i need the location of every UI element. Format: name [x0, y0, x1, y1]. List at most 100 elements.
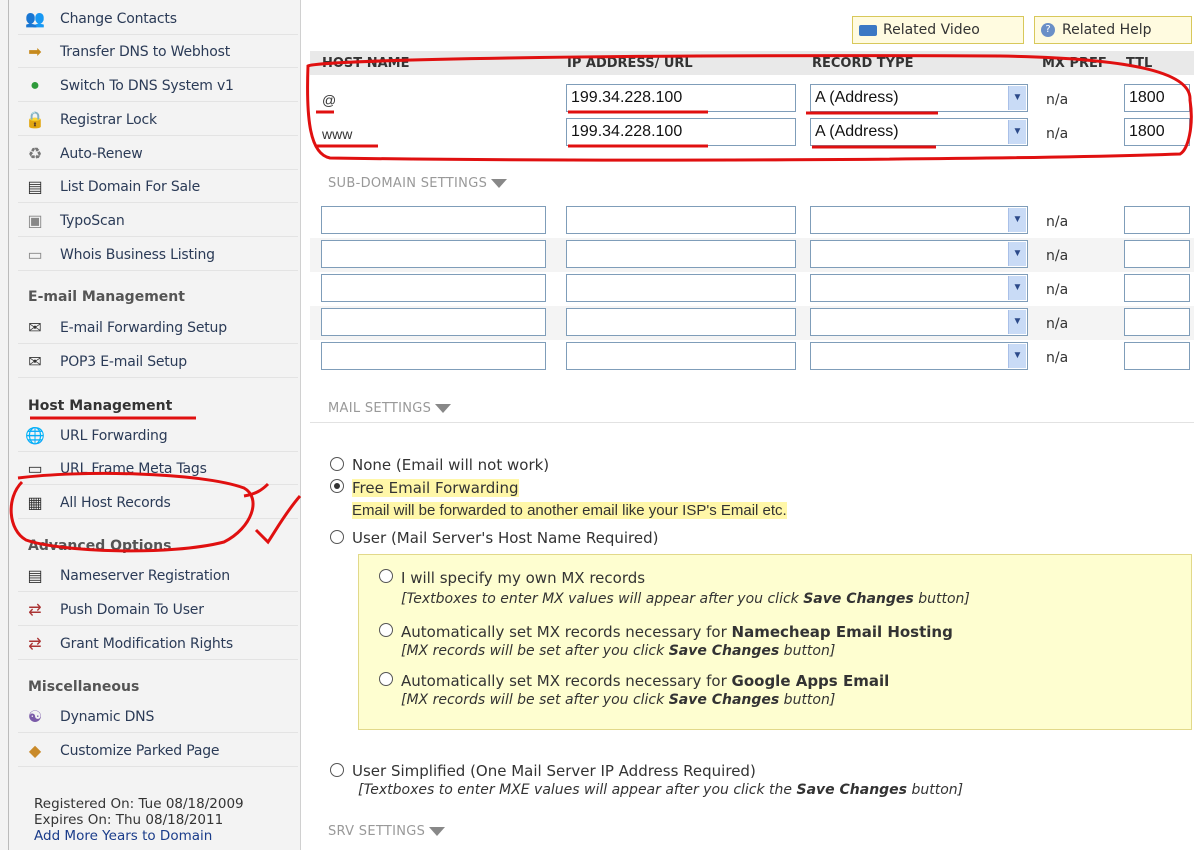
subdomain-ip-input[interactable]	[566, 206, 796, 234]
grant-icon: ⇄	[28, 636, 42, 653]
sidebar-item-label: Nameserver Registration	[60, 568, 230, 584]
chevron-down-icon: ▼	[1008, 120, 1026, 144]
advanced-options-heading: Advanced Options	[28, 538, 172, 554]
mx-google-radio[interactable]	[379, 672, 393, 686]
mx-own-note: [Textboxes to enter MX values will appea…	[401, 591, 970, 607]
envelope-icon: ✉	[28, 354, 42, 371]
mx-google-note: [MX records will be set after you click …	[401, 692, 836, 708]
sidebar-item-url-forwarding[interactable]: 🌐 URL Forwarding	[18, 421, 298, 452]
mail-free-forwarding-radio[interactable]	[330, 479, 344, 493]
sidebar-item-pop3[interactable]: ✉ POP3 E-mail Setup	[18, 347, 298, 378]
subdomain-host-input[interactable]	[321, 274, 546, 302]
mx-namecheap-radio[interactable]	[379, 623, 393, 637]
ip-address-input[interactable]: 199.34.228.100	[566, 84, 796, 112]
mx-own-radio[interactable]	[379, 569, 393, 583]
add-years-link[interactable]: Add More Years to Domain	[34, 828, 212, 844]
subdomain-type-select[interactable]: ▼	[810, 308, 1028, 336]
srv-settings-label: SRV SETTINGS	[328, 824, 426, 839]
mail-user-simplified-note: [Textboxes to enter MXE values will appe…	[358, 782, 964, 798]
subdomain-ip-input[interactable]	[566, 308, 796, 336]
mail-free-forwarding-label: Free Email Forwarding	[352, 479, 519, 497]
mx-google-label: Automatically set MX records necessary f…	[401, 672, 890, 690]
srv-settings-toggle[interactable]: SRV SETTINGS	[328, 824, 446, 839]
subdomain-type-select[interactable]: ▼	[810, 206, 1028, 234]
mail-none-radio[interactable]	[330, 457, 344, 471]
sidebar-item-label: List Domain For Sale	[60, 179, 200, 195]
auto-renew-icon: ♻	[27, 146, 43, 163]
sidebar-item-whois-listing[interactable]: ▭ Whois Business Listing	[18, 240, 298, 271]
sidebar-item-transfer-dns[interactable]: ➡ Transfer DNS to Webhost	[18, 37, 298, 68]
mx-namecheap-note: [MX records will be set after you click …	[401, 643, 836, 659]
subdomain-ttl-input[interactable]	[1124, 274, 1190, 302]
sidebar-item-list-for-sale[interactable]: ▤ List Domain For Sale	[18, 172, 298, 203]
ip-address-input[interactable]: 199.34.228.100	[566, 118, 796, 146]
subdomain-host-input[interactable]	[321, 342, 546, 370]
contacts-icon: 👥	[25, 11, 45, 28]
subdomain-ip-input[interactable]	[566, 274, 796, 302]
sidebar-item-dynamic-dns[interactable]: ☯ Dynamic DNS	[18, 702, 298, 733]
subdomain-type-select[interactable]: ▼	[810, 240, 1028, 268]
mx-pref-cell: n/a	[1046, 214, 1069, 230]
domain-meta: Registered On: Tue 08/18/2009 Expires On…	[34, 796, 244, 844]
mail-user-radio[interactable]	[330, 530, 344, 544]
related-help-label: Related Help	[1062, 22, 1152, 38]
mail-none-label: None (Email will not work)	[352, 456, 550, 474]
related-video-button[interactable]: Related Video	[852, 16, 1024, 44]
sidebar-item-label: POP3 E-mail Setup	[60, 354, 187, 370]
sidebar-item-label: Auto-Renew	[60, 146, 143, 162]
sidebar-item-label: Dynamic DNS	[60, 709, 155, 725]
sidebar-item-url-frame-meta[interactable]: ▭ URL Frame Meta Tags	[18, 454, 298, 485]
help-icon: ?	[1041, 23, 1055, 37]
subdomain-ttl-input[interactable]	[1124, 206, 1190, 234]
triangle-down-icon	[491, 179, 508, 188]
sidebar-item-label: URL Forwarding	[60, 428, 168, 444]
host-name-cell: @	[322, 92, 337, 108]
subdomain-ip-input[interactable]	[566, 342, 796, 370]
mail-user-simplified-radio[interactable]	[330, 763, 344, 777]
subdomain-ttl-input[interactable]	[1124, 342, 1190, 370]
sidebar-item-label: TypoScan	[60, 213, 125, 229]
sidebar-item-typoscan[interactable]: ▣ TypoScan	[18, 206, 298, 237]
table-row: www 199.34.228.100 A (Address) ▼ n/a 180…	[310, 116, 1194, 150]
subdomain-ttl-input[interactable]	[1124, 240, 1190, 268]
ttl-input[interactable]: 1800	[1124, 118, 1190, 146]
mx-options-box: I will specify my own MX records [Textbo…	[358, 554, 1192, 730]
miscellaneous-heading: Miscellaneous	[28, 679, 140, 695]
sidebar-item-label: Customize Parked Page	[60, 743, 220, 759]
chevron-down-icon: ▼	[1008, 344, 1026, 368]
subdomain-ip-input[interactable]	[566, 240, 796, 268]
sidebar-item-switch-dns[interactable]: ● Switch To DNS System v1	[18, 71, 298, 102]
sidebar-item-push-domain[interactable]: ⇄ Push Domain To User	[18, 595, 298, 626]
related-help-button[interactable]: ? Related Help	[1034, 16, 1192, 44]
subdomain-ttl-input[interactable]	[1124, 308, 1190, 336]
ttl-input[interactable]: 1800	[1124, 84, 1190, 112]
record-type-select[interactable]: A (Address) ▼	[810, 118, 1028, 146]
sidebar-item-parked-page[interactable]: ◆ Customize Parked Page	[18, 736, 298, 767]
chevron-down-icon: ▼	[1008, 310, 1026, 334]
mail-free-forwarding-note: Email will be forwarded to another email…	[352, 502, 787, 519]
sidebar-item-grant-rights[interactable]: ⇄ Grant Modification Rights	[18, 629, 298, 660]
whois-icon: ▭	[27, 247, 43, 264]
subdomain-host-input[interactable]	[321, 206, 546, 234]
sidebar-item-registrar-lock[interactable]: 🔒 Registrar Lock	[18, 105, 298, 136]
subdomain-type-select[interactable]: ▼	[810, 274, 1028, 302]
subdomain-host-input[interactable]	[321, 308, 546, 336]
sidebar-item-email-forwarding[interactable]: ✉ E-mail Forwarding Setup	[18, 313, 298, 344]
sidebar-item-auto-renew[interactable]: ♻ Auto-Renew	[18, 139, 298, 170]
frame-icon: ▭	[27, 461, 43, 478]
sidebar-item-label: Registrar Lock	[60, 112, 157, 128]
subdomain-host-input[interactable]	[321, 240, 546, 268]
subdomain-settings-toggle[interactable]: SUB-DOMAIN SETTINGS	[328, 176, 508, 191]
mail-settings-toggle[interactable]: MAIL SETTINGS	[328, 401, 452, 416]
subdomain-type-select[interactable]: ▼	[810, 342, 1028, 370]
mail-settings-label: MAIL SETTINGS	[328, 401, 432, 416]
record-type-select[interactable]: A (Address) ▼	[810, 84, 1028, 112]
sidebar-item-all-host-records[interactable]: ▦ All Host Records	[18, 488, 298, 519]
switch-icon: ●	[30, 77, 40, 94]
sidebar-item-change-contacts[interactable]: 👥 Change Contacts	[18, 4, 298, 35]
mail-user-label: User (Mail Server's Host Name Required)	[352, 529, 659, 547]
mx-own-label: I will specify my own MX records	[401, 569, 646, 587]
triangle-down-icon	[429, 827, 446, 836]
sidebar-item-label: Switch To DNS System v1	[60, 78, 234, 94]
sidebar-item-nameserver-registration[interactable]: ▤ Nameserver Registration	[18, 561, 298, 592]
